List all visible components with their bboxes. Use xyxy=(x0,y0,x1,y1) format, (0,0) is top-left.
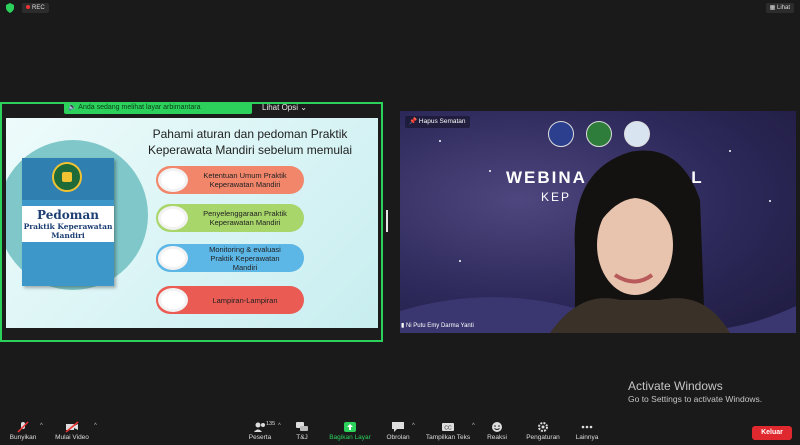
meeting-toolbar: Bunyikan ^ Mulai Video ^ Peserta 135 ^ T… xyxy=(0,419,800,445)
svg-text:CC: CC xyxy=(444,426,452,432)
show-captions-button[interactable]: CC Tampilkan Teks xyxy=(424,419,472,445)
presentation-slide: Pedoman Praktik Keperawatan Mandiri Paha… xyxy=(6,118,378,328)
slide-item-attachments: Lampiran-Lampiran xyxy=(156,286,304,314)
speaker-person xyxy=(550,150,730,333)
slide-heading: Pahami aturan dan pedoman Praktik Kepera… xyxy=(147,127,353,157)
chevron-down-icon: ⌄ xyxy=(300,103,307,112)
microphone-muted-icon xyxy=(17,421,29,433)
gear-icon xyxy=(538,422,548,432)
slide-item-monitoring: Monitoring & evaluasi Praktik Keperawatan… xyxy=(156,244,304,272)
shield-icon[interactable] xyxy=(5,3,15,13)
share-screen-icon xyxy=(344,422,356,432)
pin-icon: 📌 xyxy=(409,118,419,125)
participants-caret[interactable]: ^ xyxy=(278,423,281,429)
share-screen-button[interactable]: Bagikan Layar xyxy=(328,419,372,445)
video-options-caret[interactable]: ^ xyxy=(94,423,97,429)
book-title: Pedoman xyxy=(37,208,99,222)
book-subtitle-2: Mandiri xyxy=(51,231,85,240)
speaker-icon: 🔈 xyxy=(68,104,79,111)
chat-icon xyxy=(392,422,404,432)
organization-logo xyxy=(52,162,82,192)
qa-icon xyxy=(296,422,308,431)
activate-windows-title: Activate Windows xyxy=(628,379,723,393)
more-icon xyxy=(581,425,593,429)
slide-item-implementation: Penyelenggaraan Praktik Keperawatan Mandi… xyxy=(156,204,304,232)
participant-name: ▮ Ni Putu Emy Darma Yanti xyxy=(401,323,474,329)
chat-button[interactable]: Obrolan xyxy=(384,419,412,445)
slide-item-general-provisions: Ketentuan Umum Praktik Keperawatan Mandir… xyxy=(156,166,304,194)
view-button[interactable]: ▦ Lihat xyxy=(765,3,794,13)
reactions-button[interactable]: Reaksi xyxy=(484,419,510,445)
video-off-icon xyxy=(65,421,79,433)
participant-count: 135 xyxy=(266,421,276,427)
screen-share-banner: 🔈 Anda sedang melihat layar arbimantara xyxy=(64,102,252,114)
view-options-button[interactable]: Lihat Opsi ⌄ xyxy=(258,102,311,114)
more-button[interactable]: Lainnya xyxy=(572,419,602,445)
captions-caret[interactable]: ^ xyxy=(472,423,475,429)
settings-button[interactable]: Pengaturan xyxy=(524,419,562,445)
reactions-icon xyxy=(492,422,502,432)
captions-icon: CC xyxy=(442,423,454,432)
book-subtitle-1: Praktik Keperawatan xyxy=(23,222,113,231)
split-divider-handle[interactable] xyxy=(386,210,388,232)
recording-indicator: REC xyxy=(22,3,49,13)
qa-button[interactable]: T&J xyxy=(290,419,314,445)
top-bar: REC ▦ Lihat xyxy=(0,0,800,16)
grid-icon: ▦ xyxy=(769,5,777,11)
leave-button[interactable]: Keluar xyxy=(752,426,792,440)
unmute-button[interactable]: Bunyikan xyxy=(6,419,40,445)
guidebook-cover: Pedoman Praktik Keperawatan Mandiri xyxy=(22,158,114,286)
unpin-button[interactable]: 📌 Hapus Sematan xyxy=(405,116,470,128)
chat-caret[interactable]: ^ xyxy=(412,423,415,429)
activate-windows-subtitle: Go to Settings to activate Windows. xyxy=(628,394,763,404)
audio-options-caret[interactable]: ^ xyxy=(40,423,43,429)
record-dot-icon xyxy=(26,5,30,10)
start-video-button[interactable]: Mulai Video xyxy=(52,419,92,445)
participants-icon xyxy=(254,422,265,432)
